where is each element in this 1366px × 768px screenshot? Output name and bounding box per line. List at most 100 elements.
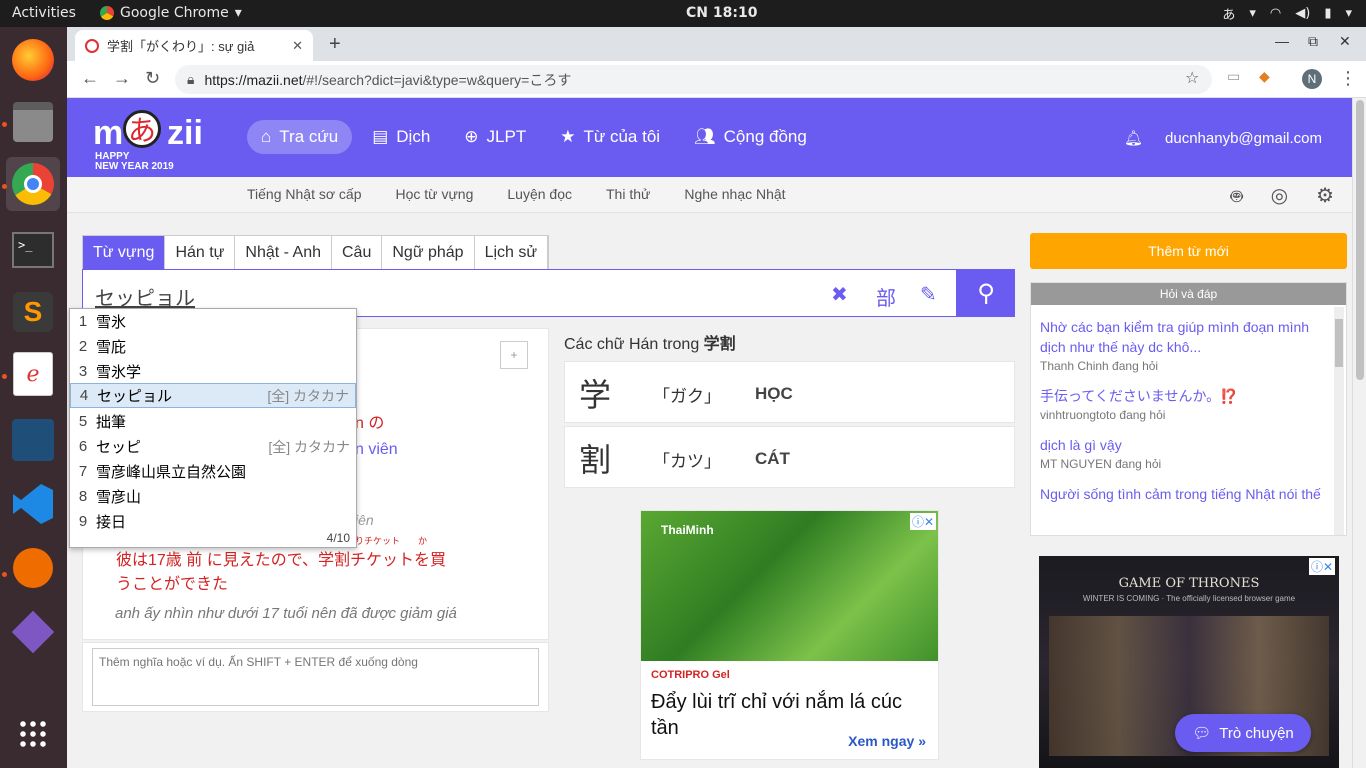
settings-gear-icon[interactable]: ⚙	[1316, 183, 1334, 211]
autocomplete-item[interactable]: 6 セッピ [全] カタカナ	[70, 434, 356, 459]
mysql-workbench-icon[interactable]	[6, 413, 60, 467]
translate-icon: ▤	[372, 127, 389, 146]
ad-cta-link[interactable]: Xem ngay »	[848, 733, 926, 749]
autocomplete-item[interactable]: 9 接日	[70, 509, 356, 534]
note-textarea[interactable]	[92, 648, 539, 706]
ad-subtitle: WINTER IS COMING · The officially licens…	[1082, 594, 1296, 603]
advertisement[interactable]: ThaiMinh ⓘ✕ COTRIPRO Gel Đẩy lùi trĩ chỉ…	[640, 510, 939, 760]
kanji-item[interactable]: 学 「ガク」 HỌC	[564, 361, 1015, 423]
tab-nhat-anh[interactable]: Nhật - Anh	[235, 236, 332, 269]
chrome-extension-icon[interactable]: ◎	[1271, 183, 1288, 211]
ad-choices-icon[interactable]: ⓘ✕	[1308, 558, 1335, 575]
search-icon: ⚲	[977, 279, 995, 307]
forward-button[interactable]: →	[113, 68, 131, 89]
subnav-item[interactable]: Thi thử	[606, 186, 650, 202]
show-applications-icon[interactable]	[6, 707, 60, 761]
diamond-app-icon[interactable]	[6, 605, 60, 659]
radical-search-button[interactable]: 部	[876, 282, 896, 311]
tab-cau[interactable]: Câu	[332, 236, 383, 269]
autocomplete-item[interactable]: 5 拙筆	[70, 409, 356, 434]
add-new-word-button[interactable]: Thêm từ mới	[1030, 233, 1347, 269]
reload-button[interactable]: ↻	[145, 68, 160, 89]
app-menu[interactable]: Google Chrome ▾	[100, 5, 242, 21]
terminal-icon[interactable]: >_	[6, 223, 60, 277]
user-email[interactable]: ducnhanyb@gmail.com	[1165, 130, 1322, 147]
kanji-section-title: Các chữ Hán trong 学割	[564, 336, 736, 353]
autocomplete-item-selected[interactable]: 4 セッピョル [全] カタカナ	[70, 383, 356, 408]
meaning-fragment: n の	[355, 415, 385, 432]
qa-title: Hỏi và đáp	[1031, 283, 1346, 305]
subnav-item[interactable]: Nghe nhạc Nhật	[684, 186, 785, 202]
favicon	[85, 38, 99, 53]
subnav-item[interactable]: Học từ vựng	[396, 186, 474, 202]
autocomplete-item[interactable]: 2 雪庇	[70, 334, 356, 359]
metamask-icon[interactable]: ◆	[1259, 68, 1270, 85]
subnav-item[interactable]: Tiếng Nhật sơ cấp	[247, 186, 362, 202]
nav-dich[interactable]: ▤ Dịch	[358, 120, 444, 154]
search-query[interactable]: セッピョル	[95, 282, 195, 311]
system-tray[interactable]: あ ▾ ◠ ◀) ▮ ▾	[1222, 4, 1352, 23]
maximize-button[interactable]: ⧉	[1308, 33, 1318, 50]
android-icon[interactable]: 🤖︎	[1231, 183, 1243, 211]
qa-item[interactable]: dịch là gì vậy MT NGUYEN đang hỏi	[1040, 435, 1330, 471]
autocomplete-item[interactable]: 3 雪氷学	[70, 359, 356, 384]
clock[interactable]: CN 18:10	[686, 5, 757, 21]
address-bar[interactable]: 🔒︎ https://mazii.net/#!/search?dict=javi…	[175, 65, 1212, 94]
ad-brand: COTRIPRO Gel	[651, 669, 730, 681]
files-icon[interactable]	[6, 95, 60, 149]
firefox-icon[interactable]	[6, 33, 60, 87]
example-japanese[interactable]: 彼は17歳 前 に見えたので、学割チケットを買うことができた	[116, 549, 461, 597]
chrome-icon[interactable]	[6, 157, 60, 211]
menu-icon[interactable]: ⋮	[1339, 68, 1357, 89]
autocomplete-item[interactable]: 1 雪氷	[70, 309, 356, 334]
autocomplete-page-indicator: 4/10	[326, 531, 350, 545]
main-nav: ⌂ Tra cứu ▤ Dịch ⊕ JLPT ★ Từ của tôi 👥︎ Cộng …	[247, 120, 821, 154]
sublime-text-icon[interactable]: S	[6, 285, 60, 339]
subnav-item[interactable]: Luyện đọc	[507, 186, 572, 202]
ad-choices-icon[interactable]: ⓘ✕	[909, 513, 936, 530]
tab-lich-su[interactable]: Lịch sử	[475, 236, 549, 269]
qa-item[interactable]: Nhờ các bạn kiểm tra giúp mình đoạn mình…	[1040, 317, 1330, 373]
back-button[interactable]: ←	[81, 68, 99, 89]
search-button[interactable]: ⚲	[957, 269, 1015, 317]
browser-tab[interactable]: 学割「がくわり」: sự giả ✕	[75, 30, 313, 61]
new-tab-button[interactable]: +	[329, 33, 341, 56]
page-scrollbar[interactable]	[1352, 98, 1366, 768]
clear-icon[interactable]: ✖	[831, 282, 848, 307]
bookmark-star-icon[interactable]: ☆	[1185, 68, 1199, 88]
autocomplete-item[interactable]: 7 雪彦峰山県立自然公園	[70, 459, 356, 484]
close-tab-icon[interactable]: ✕	[292, 38, 303, 54]
update-manager-icon[interactable]	[6, 541, 60, 595]
vscode-icon[interactable]	[6, 477, 60, 531]
profile-avatar[interactable]: N	[1302, 69, 1322, 89]
tab-ngu-phap[interactable]: Ngữ pháp	[382, 236, 475, 269]
close-window-button[interactable]: ✕	[1339, 33, 1351, 50]
lock-icon: 🔒︎	[187, 71, 195, 87]
running-indicator	[2, 572, 7, 577]
chat-button[interactable]: 💬︎ Trò chuyện	[1175, 714, 1311, 752]
bell-icon[interactable]: 🔔︎	[1124, 129, 1143, 147]
nav-cong-dong[interactable]: 👥︎ Cộng đồng	[680, 120, 821, 154]
qa-scrollbar[interactable]	[1334, 307, 1344, 535]
handwriting-icon[interactable]: ✎	[920, 282, 937, 307]
qa-item[interactable]: 手伝ってくださいませんか。⁉️ vinhtruongtoto đang hỏi	[1040, 386, 1330, 422]
qa-item[interactable]: Người sống tình cảm trong tiếng Nhật nói…	[1040, 484, 1330, 504]
mazii-logo[interactable]: m あ zii HAPPY NEW YEAR 2019	[93, 108, 213, 172]
kanji-item[interactable]: 割 「カツ」 CÁT	[564, 426, 1015, 488]
document-viewer-icon[interactable]: ℯ	[6, 347, 60, 401]
nav-tu-cua-toi[interactable]: ★ Từ của tôi	[546, 120, 674, 154]
home-icon: ⌂	[261, 127, 272, 146]
minimize-button[interactable]: —	[1275, 33, 1289, 49]
extension-icon[interactable]: ▭	[1227, 68, 1240, 85]
dock: >_ S ℯ	[0, 27, 67, 768]
logo-newyear: HAPPY NEW YEAR 2019	[95, 151, 174, 172]
tab-tu-vung[interactable]: Từ vựng	[83, 236, 166, 269]
nav-jlpt[interactable]: ⊕ JLPT	[450, 120, 540, 154]
activities-button[interactable]: Activities	[12, 5, 76, 21]
star-icon: ★	[560, 127, 576, 146]
nav-tra-cuu[interactable]: ⌂ Tra cứu	[247, 120, 353, 154]
add-to-list-button[interactable]: +	[500, 341, 528, 369]
input-method-indicator[interactable]: あ	[1222, 4, 1235, 23]
tab-han-tu[interactable]: Hán tự	[165, 236, 236, 269]
autocomplete-item[interactable]: 8 雪彦山	[70, 484, 356, 509]
